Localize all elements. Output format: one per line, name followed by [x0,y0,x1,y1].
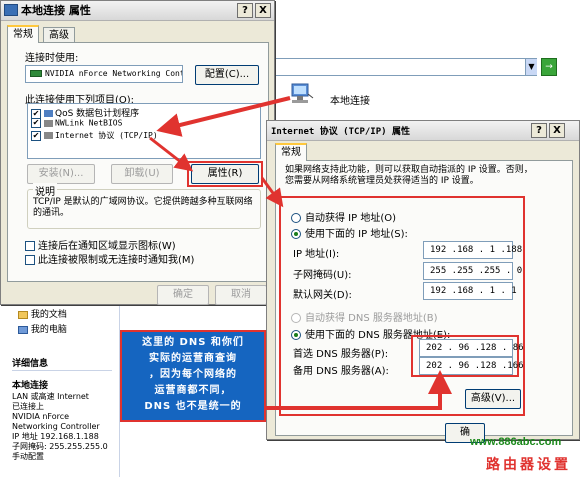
manual-dns-radio[interactable] [291,330,301,340]
configure-button[interactable]: 配置(C)... [195,65,259,85]
tcpip-properties-dialog: Internet 协议 (TCP/IP) 属性 ? X 常规 如果网络支持此功能… [266,120,580,443]
tcpip-close-button[interactable]: X [549,123,565,138]
close-button[interactable]: X [255,3,271,18]
tab-advanced[interactable]: 高级 [43,27,75,43]
auto-dns-option[interactable]: 自动获得 DNS 服务器地址(B) [291,309,438,324]
my-computer-item[interactable]: 我的电脑 [18,322,67,335]
manual-ip-option[interactable]: 使用下面的 IP 地址(S): [291,225,408,240]
tcpip-title: Internet 协议 (TCP/IP) 属性 [271,127,410,137]
protocol-icon [44,132,53,139]
details-divider [12,370,112,371]
annotation-callout: 这里的 DNS 和你们 实际的运营商查询 ，因为每个网络的 运营商都不同， DN… [120,330,266,422]
ip-address-input[interactable]: 192 .168 . 1 .188 [423,241,522,259]
qos-checkbox[interactable]: ✔ [31,108,41,119]
list-item-netbios[interactable]: ✔ NWLink NetBIOS [31,118,122,129]
cancel-button[interactable]: 取消 [215,285,267,305]
auto-ip-radio[interactable] [291,213,301,223]
install-button[interactable]: 安装(N)... [27,164,95,184]
alternate-dns-input[interactable]: 202 . 96 .128 .166 [419,357,524,375]
network-icon [4,4,18,16]
watermark-url: www.886abc.com [470,436,562,448]
ok-button[interactable]: 确定 [157,285,209,305]
details-heading[interactable]: 详细信息 [12,356,48,369]
tcpip-checkbox[interactable]: ✔ [31,130,41,141]
auto-ip-option[interactable]: 自动获得 IP 地址(O) [291,209,396,224]
preferred-dns-label: 首选 DNS 服务器(P): [293,349,389,360]
auto-dns-radio[interactable] [291,313,301,323]
show-icon-option[interactable]: 连接后在通知区域显示图标(W) [25,237,176,252]
tab-general[interactable]: 常规 [7,25,39,43]
adapter-field: NVIDIA nForce Networking Contr [25,65,183,83]
manual-ip-radio[interactable] [291,229,301,239]
preferred-dns-input[interactable]: 202 . 96 .128 . 86 [419,339,524,357]
alternate-dns-label: 备用 DNS 服务器(A): [293,366,389,377]
subnet-mask-label: 子网掩码(U): [293,270,352,281]
dialog-titlebar[interactable]: 本地连接 属性 ? X [1,1,274,21]
protocol-icon [44,119,53,127]
subnet-mask-input[interactable]: 255 .255 .255 . 0 [423,262,522,280]
computer-icon [18,325,28,334]
connection-properties-dialog: 本地连接 属性 ? X 常规 高级 连接时使用: NVIDIA nForce N… [0,0,275,305]
notify-checkbox[interactable] [25,255,35,265]
connect-using-label: 连接时使用: [25,53,79,64]
tcpip-titlebar[interactable]: Internet 协议 (TCP/IP) 属性 ? X [267,121,579,141]
address-bar[interactable] [275,58,537,76]
show-icon-checkbox[interactable] [25,241,35,251]
tab-general[interactable]: 常规 [275,143,307,161]
adapter-icon [30,70,42,77]
advanced-button[interactable]: 高级(V)... [465,389,521,409]
netbios-checkbox[interactable]: ✔ [31,118,41,128]
dropdown-arrow-icon[interactable]: ▼ [525,59,537,75]
notify-option[interactable]: 此连接被限制或无连接时通知我(M) [25,251,194,266]
description-text: TCP/IP 是默认的广域网协议。它提供跨越多种互联网络的通讯。 [33,197,253,218]
description-label: 说明 [33,183,57,198]
go-button[interactable]: → [541,58,557,76]
help-button[interactable]: ? [237,3,253,18]
details-lines: LAN 或高速 Internet 已连接上 NVIDIA nForce Netw… [12,392,108,461]
tcpip-intro-text: 如果网络支持此功能，则可以获取自动指派的 IP 设置。否则，您需要从网络系统管理… [285,165,533,186]
gateway-label: 默认网关(D): [293,290,352,301]
dialog-title: 本地连接 属性 [21,4,91,17]
gateway-input[interactable]: 192 .168 . 1 . 1 [423,282,517,300]
local-connection-label[interactable]: 本地连接 [330,92,370,107]
my-documents-item[interactable]: 我的文档 [18,307,67,320]
network-connection-icon[interactable] [286,80,314,108]
ip-address-label: IP 地址(I): [293,249,340,260]
folder-icon [18,310,28,319]
watermark-name: 路由器设置 [486,457,571,473]
tcpip-help-button[interactable]: ? [531,123,547,138]
qos-icon [44,110,53,117]
uninstall-button[interactable]: 卸载(U) [111,164,173,184]
properties-button[interactable]: 属性(R) [191,164,259,184]
list-item-tcpip[interactable]: ✔ Internet 协议 (TCP/IP) [31,130,158,141]
details-name: 本地连接 [12,381,49,391]
